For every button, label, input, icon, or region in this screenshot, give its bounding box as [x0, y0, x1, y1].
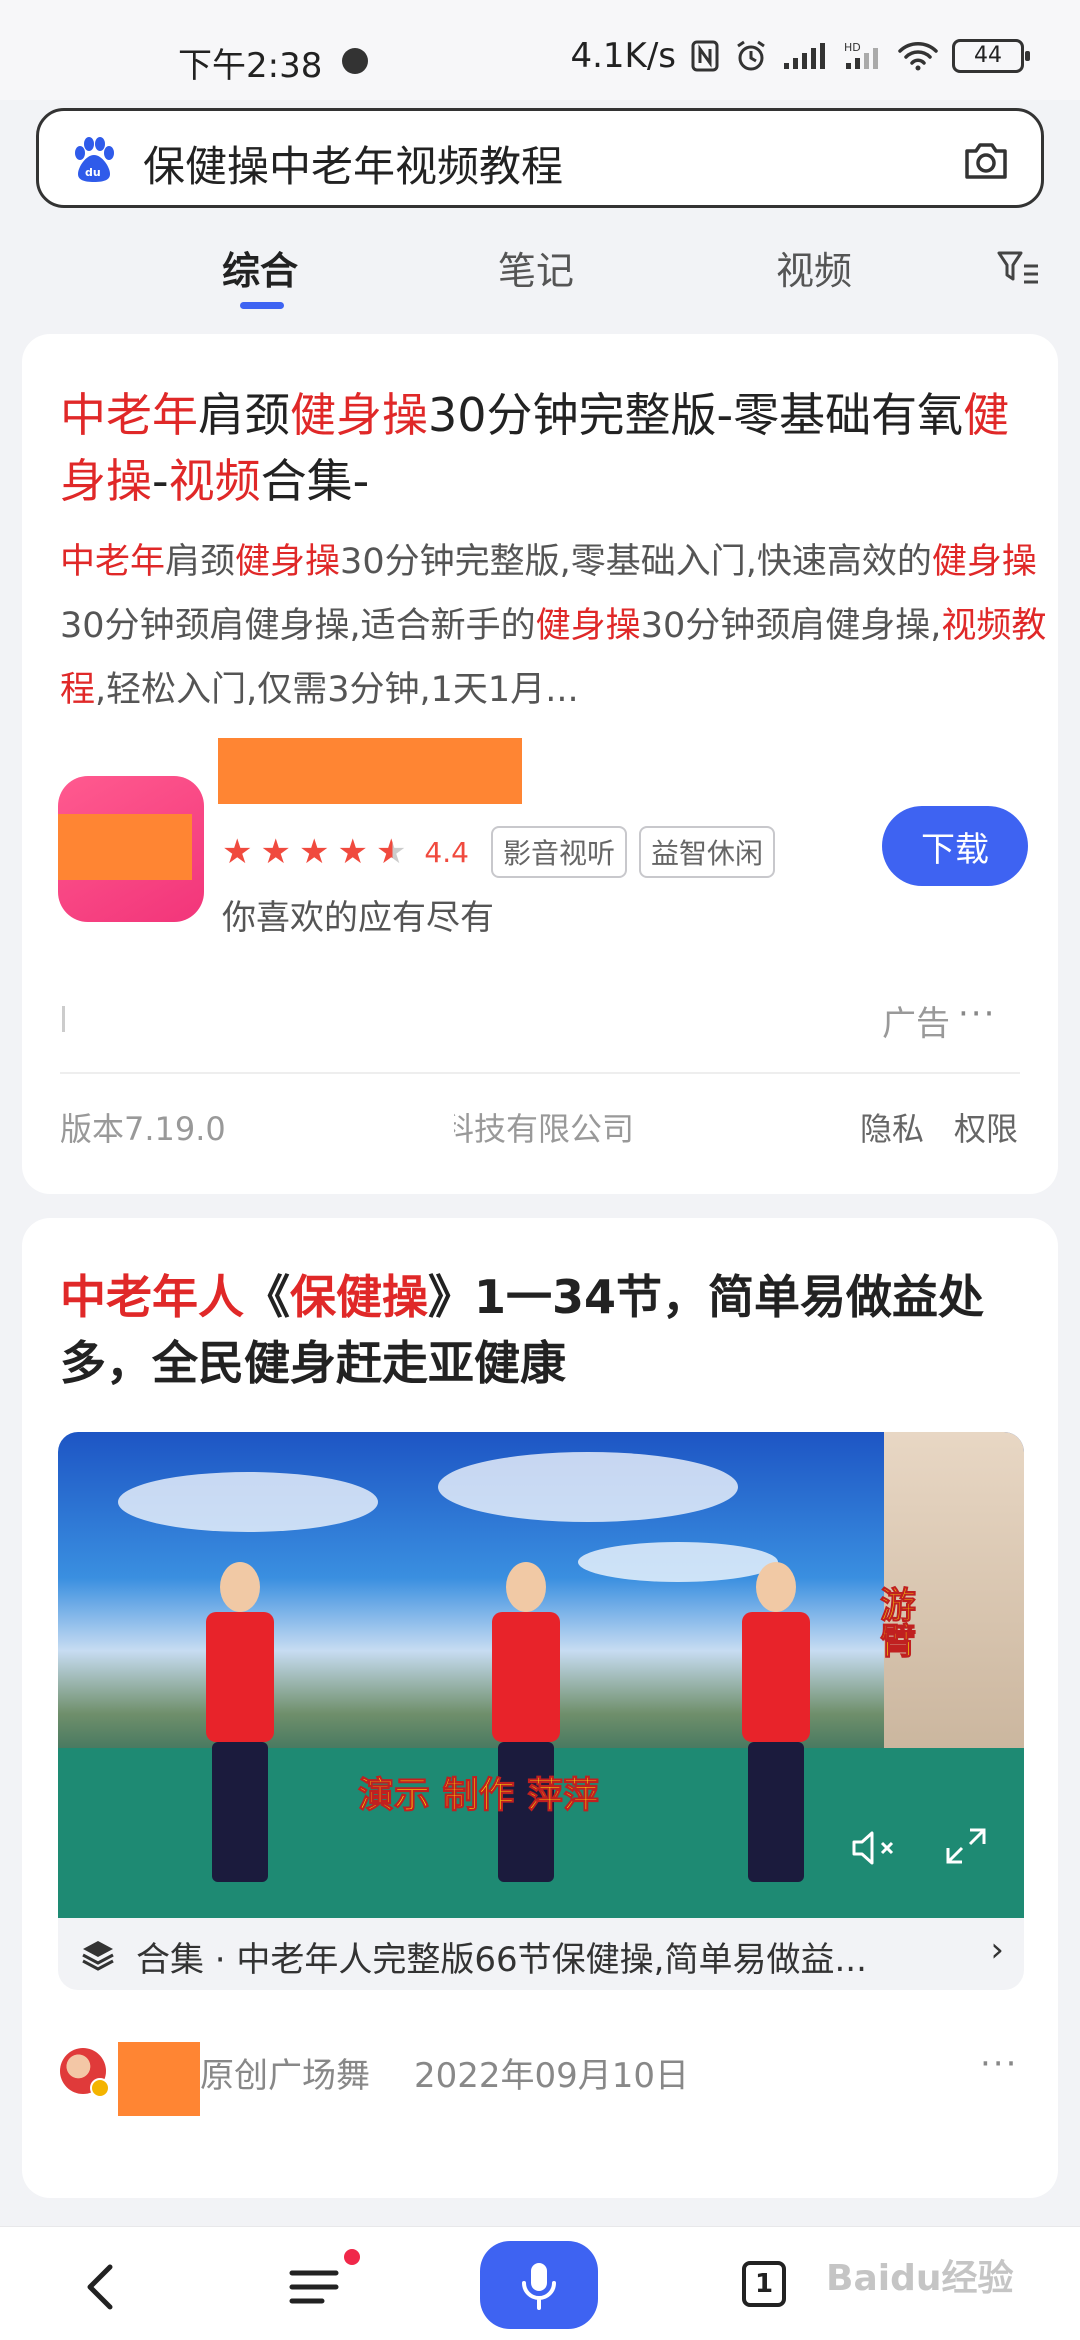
highlighted-keyword: 健身操: [290, 388, 428, 442]
status-time: 下午2:38: [178, 46, 323, 86]
watermark: Baidu经验: [826, 2258, 1014, 2299]
developer-name: 科技有限公司: [442, 1110, 635, 1148]
star-icon: ★: [260, 832, 291, 872]
star-icon: ★: [222, 832, 253, 872]
filter-icon[interactable]: [996, 248, 1040, 288]
result-title[interactable]: 中老年肩颈健身操30分钟完整版-零基础有氧健身操-视频合集-: [60, 382, 1020, 514]
text-segment: 肩颈: [165, 542, 236, 582]
app-version: 版本7.19.0: [60, 1110, 226, 1148]
half-star-icon: ★: [375, 832, 407, 872]
fullscreen-icon[interactable]: [942, 1824, 990, 1868]
text-segment: 合集-: [260, 454, 370, 508]
redacted-block: [58, 814, 192, 880]
highlighted-keyword: 中老年人: [60, 1270, 244, 1324]
back-icon[interactable]: [62, 2247, 142, 2327]
divider: [60, 1072, 1020, 1074]
alarm-icon: [737, 40, 765, 71]
star-icon: ★: [337, 832, 368, 872]
dancer: [730, 1562, 820, 1892]
result-tabs: 综合 笔记 视频: [0, 230, 1080, 320]
search-bar[interactable]: du 保健操中老年视频教程: [36, 108, 1044, 208]
post-date: 2022年09月10日: [414, 2056, 690, 2096]
highlighted-keyword: 健身操: [235, 542, 341, 582]
ad-result-card[interactable]: 中老年肩颈健身操30分钟完整版-零基础有氧健身操-视频合集- 中老年肩颈健身操3…: [22, 334, 1058, 1194]
cloud: [118, 1472, 378, 1532]
mute-icon[interactable]: [850, 1826, 898, 1870]
highlighted-keyword: 中老年: [60, 388, 198, 442]
result-abstract: 中老年肩颈健身操30分钟完整版,零基础入门,快速高效的健身操30分钟颈肩健身操,…: [60, 530, 1050, 722]
text-segment: 30分钟颈肩健身操,适合新手的: [60, 606, 536, 646]
wifi-icon: [898, 42, 938, 71]
voice-search-button[interactable]: [480, 2241, 598, 2329]
redacted-app-name: [218, 738, 522, 804]
app-rating: ★ ★ ★ ★ ★ 4.4 影音视听 益智休闲: [222, 826, 787, 878]
highlighted-keyword: 健身操: [535, 606, 641, 646]
download-button[interactable]: 下载: [882, 806, 1028, 886]
permissions-link[interactable]: 权限: [954, 1104, 1018, 1150]
chevron-right-icon: ›: [990, 1930, 1004, 1970]
notification-dot-icon: [342, 48, 368, 74]
bottom-nav: 1 Baidu经验: [0, 2226, 1080, 2340]
ad-row: 广告 ···: [22, 994, 1058, 1054]
status-bar: 下午2:38 4.1K/s HD 44: [0, 0, 1080, 100]
tab-switcher-button[interactable]: 1: [742, 2261, 786, 2307]
text-segment: 《: [244, 1270, 290, 1324]
verified-badge-icon: [90, 2078, 110, 2098]
video-title[interactable]: 中老年人《保健操》1一34节，简单易做益处多，全民健身赶走亚健康: [60, 1264, 1020, 1396]
divider: [62, 1006, 65, 1032]
video-caption: 游臂: [874, 1586, 916, 1659]
highlighted-keyword: 中老年: [60, 542, 166, 582]
dancer: [194, 1562, 284, 1892]
nfc-icon: [691, 40, 719, 72]
signal-icon: [784, 43, 825, 69]
redacted-block: [118, 2042, 200, 2116]
rating-value: 4.4: [424, 835, 469, 869]
active-tab-indicator: [240, 302, 284, 309]
status-icons: 4.1K/s HD 44: [570, 36, 1030, 76]
search-input[interactable]: 保健操中老年视频教程: [143, 133, 563, 194]
microphone-icon: [522, 2263, 556, 2310]
app-icon[interactable]: [58, 776, 204, 922]
cloud: [438, 1452, 738, 1522]
text-segment: ,轻松入门,仅需3分钟,1天1月...: [95, 670, 579, 710]
app-tag: 益智休闲: [638, 826, 775, 878]
svg-text:HD: HD: [844, 41, 861, 54]
app-tag: 影音视听: [490, 826, 627, 878]
redacted-block: [244, 1102, 454, 1148]
collection-bar[interactable]: 合集 · 中老年人完整版66节保健操,简单易做益... ›: [58, 1918, 1024, 1990]
text-segment: 肩颈: [198, 388, 290, 442]
video-thumbnail[interactable]: 演示 制作 萍萍 游臂: [58, 1432, 1024, 1918]
highlighted-keyword: 保健操: [290, 1270, 428, 1324]
more-options-icon[interactable]: ···: [958, 994, 996, 1034]
menu-icon[interactable]: [274, 2247, 354, 2327]
text-segment: -: [152, 454, 169, 508]
star-icon: ★: [298, 832, 330, 872]
dancer: [480, 1562, 570, 1892]
text-segment: 30分钟完整版,零基础入门,快速高效的: [340, 542, 932, 582]
collection-label: 合集 · 中老年人完整版66节保健操,简单易做益...: [136, 1940, 867, 1980]
text-segment: 30分钟颈肩健身操,: [640, 606, 942, 646]
more-options-icon[interactable]: ···: [980, 2044, 1018, 2084]
baidu-paw-icon: du: [75, 137, 114, 182]
highlighted-keyword: 健身操: [931, 542, 1037, 582]
signal-hd-icon: HD: [844, 41, 878, 69]
app-slogan: 你喜欢的应有尽有: [222, 898, 494, 938]
tab-all[interactable]: 综合: [222, 240, 298, 295]
author-name[interactable]: 原创广场舞: [200, 2048, 370, 2097]
camera-icon[interactable]: [961, 135, 1011, 185]
text-segment: 30分钟完整版-零基础有氧: [428, 388, 964, 442]
tab-videos[interactable]: 视频: [776, 240, 852, 295]
layers-icon: [82, 1941, 114, 1971]
video-result-card[interactable]: 中老年人《保健操》1一34节，简单易做益处多，全民健身赶走亚健康 演示 制作 萍…: [22, 1218, 1058, 2198]
battery-icon: 44: [952, 39, 1030, 73]
tab-notes[interactable]: 笔记: [498, 240, 574, 295]
notification-dot: [344, 2249, 360, 2265]
ad-label: 广告: [882, 1004, 950, 1044]
video-caption: 演示 制作 萍萍: [357, 1775, 600, 1817]
svg-text:du: du: [85, 166, 101, 179]
network-speed: 4.1K/s: [570, 36, 676, 76]
highlighted-keyword: 视频: [168, 454, 261, 508]
privacy-link[interactable]: 隐私: [860, 1104, 924, 1150]
